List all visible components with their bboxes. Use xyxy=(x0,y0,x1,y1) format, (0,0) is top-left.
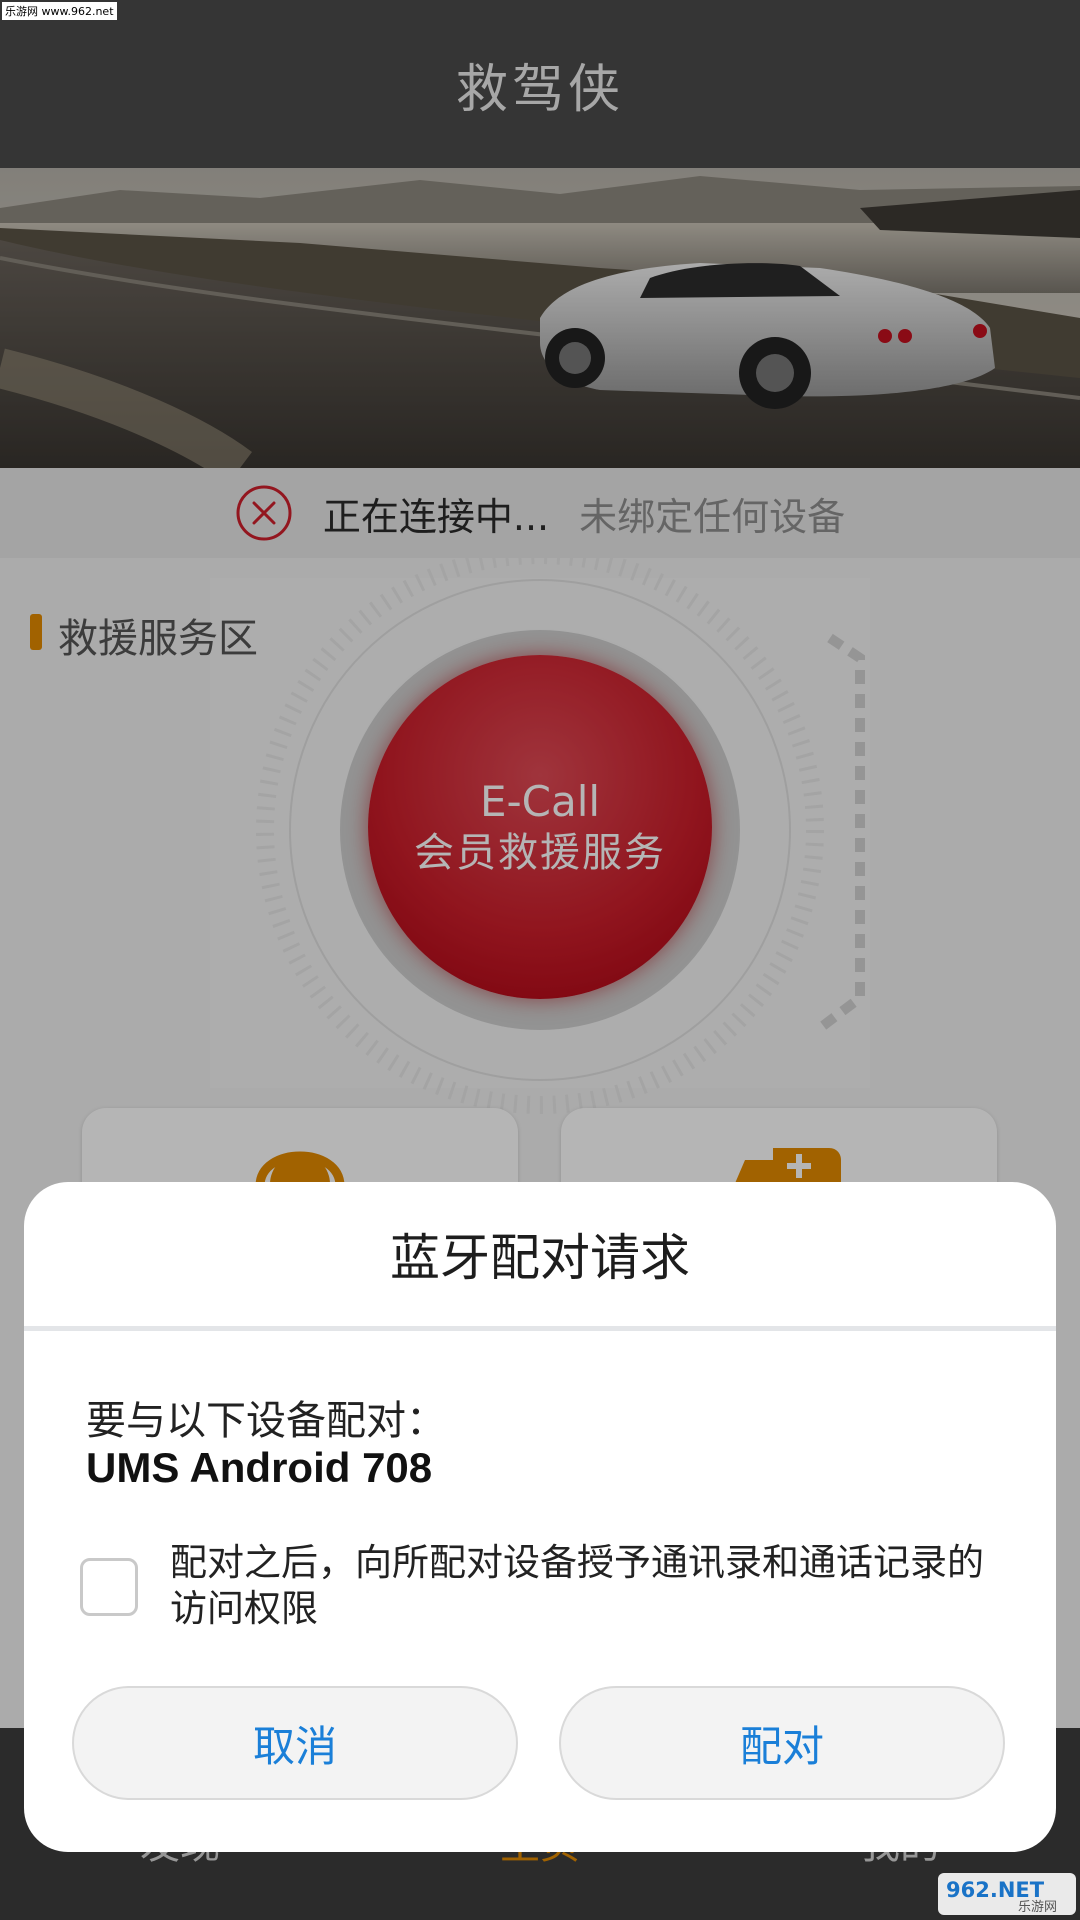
dialog-title: 蓝牙配对请求 xyxy=(390,1229,690,1287)
bluetooth-pair-dialog: 蓝牙配对请求 要与以下设备配对： UMS Android 708 配对之后，向所… xyxy=(24,1182,1056,1852)
watermark-logo: 962.NET 乐游网 xyxy=(938,1873,1076,1915)
watermark-top: 乐游网 www.962.net xyxy=(2,2,117,20)
watermark-logo-sub: 乐游网 xyxy=(1018,1900,1057,1915)
checkbox-label[interactable]: 配对之后，向所配对设备授予通讯录和通话记录的访问权限 xyxy=(170,1540,1020,1632)
watermark-logo-text: 962.NET xyxy=(946,1878,1045,1902)
cancel-button[interactable]: 取消 xyxy=(72,1686,518,1800)
pair-button[interactable]: 配对 xyxy=(559,1686,1005,1800)
dialog-message: 要与以下设备配对： xyxy=(86,1398,446,1444)
device-name: UMS Android 708 xyxy=(86,1444,433,1491)
checkbox-icon[interactable] xyxy=(80,1558,138,1616)
dialog-divider xyxy=(24,1326,1056,1331)
